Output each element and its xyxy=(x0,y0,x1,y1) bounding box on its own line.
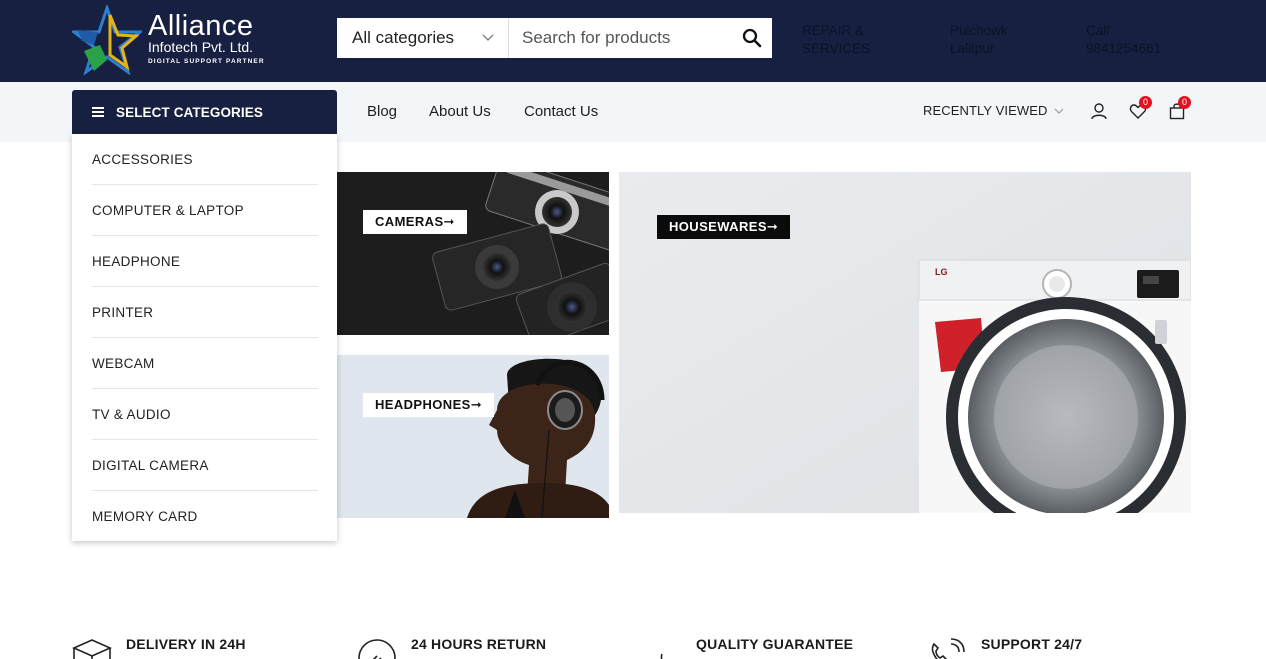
cameras-label: CAMERAS➞ xyxy=(363,210,467,234)
menu-icon xyxy=(92,107,104,117)
phone-support-icon xyxy=(931,638,965,659)
category-select[interactable]: All categories xyxy=(337,18,509,58)
wishlist-button[interactable]: 0 xyxy=(1129,96,1152,120)
category-select-label: All categories xyxy=(352,28,455,47)
feature-delivery-title: DELIVERY IN 24H xyxy=(126,636,246,652)
header-info-phone[interactable]: Call : 9841254661 xyxy=(1086,22,1161,58)
cameras-image xyxy=(337,172,609,335)
category-item-digital-camera[interactable]: DIGITAL CAMERA xyxy=(92,440,318,491)
category-item-tv-audio[interactable]: TV & AUDIO xyxy=(92,389,318,440)
category-item-accessories[interactable]: ACCESSORIES xyxy=(92,134,318,185)
return-icon xyxy=(358,639,396,659)
search-input[interactable] xyxy=(509,18,727,58)
headphones-banner[interactable]: HEADPHONES➞ xyxy=(337,355,609,518)
category-item-printer[interactable]: PRINTER xyxy=(92,287,318,338)
recently-viewed-dropdown[interactable]: RECENTLY VIEWED xyxy=(923,103,1064,118)
header-info-location: Pulchowk Lalitpur xyxy=(950,23,1008,56)
nav-link-about-us[interactable]: About Us xyxy=(429,102,491,122)
logo[interactable]: Alliance Infotech Pvt. Ltd. DIGITAL SUPP… xyxy=(70,3,280,75)
search-icon[interactable] xyxy=(742,28,762,48)
category-item-computer-laptop[interactable]: COMPUTER & LAPTOP xyxy=(92,185,318,236)
search-bar: All categories xyxy=(337,18,772,58)
nav-link-blog[interactable]: Blog xyxy=(367,102,397,122)
headphones-image xyxy=(337,355,609,518)
select-categories-label: SELECT CATEGORIES xyxy=(116,104,263,120)
feature-delivery: DELIVERY IN 24H xyxy=(70,636,246,659)
select-categories-button[interactable]: SELECT CATEGORIES xyxy=(72,90,337,134)
chevron-down-icon xyxy=(482,34,494,41)
category-item-webcam[interactable]: WEBCAM xyxy=(92,338,318,389)
feature-return: 24 HOURS RETURN xyxy=(355,636,546,659)
logo-tagline: DIGITAL SUPPORT PARTNER xyxy=(148,58,265,65)
feature-support-title: SUPPORT 24/7 xyxy=(981,636,1083,652)
cameras-banner[interactable]: CAMERAS➞ xyxy=(337,172,609,335)
header-info-services: REPAIR & SERVICES xyxy=(802,23,871,56)
feature-quality-title: QUALITY GUARANTEE xyxy=(696,636,854,652)
housewares-label: HOUSEWARES➞ xyxy=(657,215,791,239)
user-icon[interactable] xyxy=(1090,102,1108,120)
quality-icon xyxy=(660,653,663,659)
logo-title: Alliance xyxy=(148,10,254,42)
feature-return-title: 24 HOURS RETURN xyxy=(411,636,547,652)
feature-quality: QUALITY GUARANTEE xyxy=(640,636,853,659)
logo-subtitle: Infotech Pvt. Ltd. xyxy=(148,39,254,55)
delivery-box-icon xyxy=(72,639,112,659)
headphones-label: HEADPHONES➞ xyxy=(363,393,495,417)
top-header: Alliance Infotech Pvt. Ltd. DIGITAL SUPP… xyxy=(0,0,1266,82)
category-item-memory-card[interactable]: MEMORY CARD xyxy=(92,491,318,542)
category-menu: ACCESSORIES COMPUTER & LAPTOP HEADPHONE … xyxy=(72,134,337,541)
feature-support: SUPPORT 24/7 xyxy=(925,636,1082,659)
cart-button[interactable]: 0 xyxy=(1168,96,1191,120)
logo-star-icon xyxy=(72,5,142,75)
wishlist-count-badge: 0 xyxy=(1139,96,1152,109)
washer-brand-text: LG xyxy=(935,267,948,277)
chevron-down-icon xyxy=(1054,108,1063,114)
recently-viewed-label: RECENTLY VIEWED xyxy=(923,103,1048,118)
housewares-banner[interactable]: LG HOUSEWARES➞ xyxy=(619,172,1191,513)
category-item-headphone[interactable]: HEADPHONE xyxy=(92,236,318,287)
cart-count-badge: 0 xyxy=(1178,96,1191,109)
nav-link-contact-us[interactable]: Contact Us xyxy=(524,102,598,122)
